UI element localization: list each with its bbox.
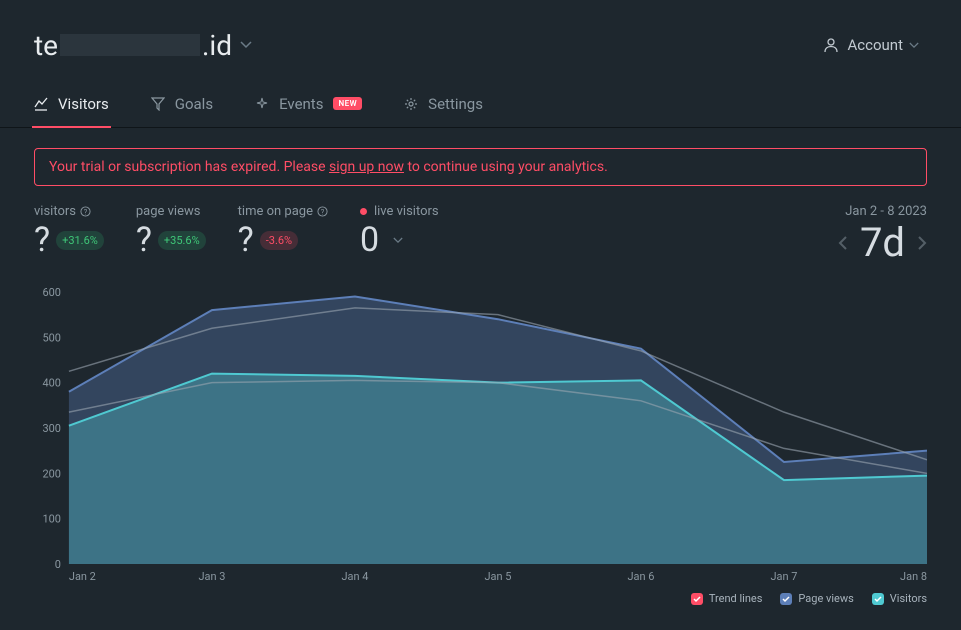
stat-timeonpage: time on page ? ? -3.6% bbox=[238, 204, 328, 257]
svg-text:?: ? bbox=[321, 207, 325, 216]
signup-link[interactable]: sign up now bbox=[329, 159, 404, 175]
legend-trend[interactable]: Trend lines bbox=[691, 592, 763, 605]
svg-text:Jan 3: Jan 3 bbox=[198, 570, 225, 583]
stat-value: 0 bbox=[360, 223, 379, 257]
tab-label: Settings bbox=[428, 95, 483, 113]
stat-change: +31.6% bbox=[56, 231, 104, 250]
funnel-icon bbox=[151, 97, 165, 111]
tab-label: Goals bbox=[175, 95, 213, 113]
svg-text:500: 500 bbox=[42, 331, 60, 344]
tab-visitors[interactable]: Visitors bbox=[34, 80, 109, 127]
stat-change: -3.6% bbox=[260, 231, 298, 250]
legend-label: Trend lines bbox=[709, 592, 763, 605]
svg-text:Jan 8: Jan 8 bbox=[900, 570, 927, 583]
checkbox-icon bbox=[780, 593, 792, 605]
checkbox-icon bbox=[691, 593, 703, 605]
alert-suffix: to continue using your analytics. bbox=[404, 159, 608, 175]
svg-text:Jan 7: Jan 7 bbox=[771, 570, 798, 583]
gear-icon bbox=[404, 97, 418, 111]
svg-text:400: 400 bbox=[42, 377, 60, 390]
stat-label: time on page bbox=[238, 204, 313, 219]
main-chart: 0 100 200 300 400 500 600 Jan 2 Jan 3 Jan 4 Jan 5… bbox=[34, 284, 927, 584]
new-badge: NEW bbox=[333, 97, 362, 110]
account-menu[interactable]: Account bbox=[823, 36, 927, 54]
user-icon bbox=[823, 37, 839, 53]
svg-text:0: 0 bbox=[55, 558, 61, 571]
sparkle-icon bbox=[255, 97, 269, 111]
range-value[interactable]: 7d bbox=[860, 219, 905, 266]
chevron-down-icon[interactable] bbox=[240, 41, 252, 49]
chevron-down-icon[interactable] bbox=[393, 237, 403, 244]
legend-pageviews[interactable]: Page views bbox=[780, 592, 853, 605]
date-range-label: Jan 2 - 8 2023 bbox=[838, 204, 927, 219]
account-label: Account bbox=[847, 36, 903, 54]
tab-label: Events bbox=[279, 95, 323, 113]
next-range-button[interactable] bbox=[917, 235, 927, 251]
svg-text:100: 100 bbox=[42, 513, 60, 526]
stat-label: visitors bbox=[34, 204, 76, 219]
tab-settings[interactable]: Settings bbox=[404, 80, 483, 127]
svg-text:Jan 5: Jan 5 bbox=[484, 570, 511, 583]
legend-visitors[interactable]: Visitors bbox=[872, 592, 927, 605]
stat-label: live visitors bbox=[374, 204, 439, 219]
chart-legend: Trend lines Page views Visitors bbox=[34, 592, 927, 605]
tab-goals[interactable]: Goals bbox=[151, 80, 213, 127]
site-title[interactable]: te .id bbox=[34, 29, 252, 62]
site-suffix: .id bbox=[202, 29, 232, 62]
svg-text:Jan 2: Jan 2 bbox=[69, 570, 96, 583]
stat-change: +35.6% bbox=[158, 231, 206, 250]
redacted-bar bbox=[60, 34, 200, 56]
info-icon[interactable]: ? bbox=[317, 206, 328, 217]
svg-text:Jan 6: Jan 6 bbox=[628, 570, 655, 583]
stat-value: ? bbox=[136, 223, 152, 257]
stat-pageviews: page views ? +35.6% bbox=[136, 204, 206, 257]
site-prefix: te bbox=[34, 29, 58, 62]
legend-label: Visitors bbox=[890, 592, 927, 605]
expired-alert: Your trial or subscription has expired. … bbox=[34, 148, 927, 186]
chart-icon bbox=[34, 97, 48, 111]
checkbox-icon bbox=[872, 593, 884, 605]
svg-text:300: 300 bbox=[42, 422, 60, 435]
chevron-down-icon bbox=[909, 42, 927, 49]
live-dot-icon bbox=[360, 208, 367, 215]
legend-label: Page views bbox=[798, 592, 853, 605]
info-icon[interactable]: ? bbox=[80, 206, 91, 217]
stat-visitors: visitors ? ? +31.6% bbox=[34, 204, 104, 257]
stat-value: ? bbox=[238, 223, 254, 257]
prev-range-button[interactable] bbox=[838, 235, 848, 251]
svg-text:200: 200 bbox=[42, 467, 60, 480]
svg-text:600: 600 bbox=[42, 286, 60, 299]
alert-prefix: Your trial or subscription has expired. … bbox=[49, 159, 329, 175]
stat-live: live visitors 0 bbox=[360, 204, 439, 257]
svg-text:?: ? bbox=[84, 207, 88, 216]
svg-text:Jan 4: Jan 4 bbox=[341, 570, 368, 583]
tab-label: Visitors bbox=[58, 95, 109, 113]
stat-value: ? bbox=[34, 223, 50, 257]
stat-label: page views bbox=[136, 204, 201, 219]
tab-bar: Visitors Goals Events NEW Settings bbox=[0, 80, 961, 128]
tab-events[interactable]: Events NEW bbox=[255, 80, 362, 127]
